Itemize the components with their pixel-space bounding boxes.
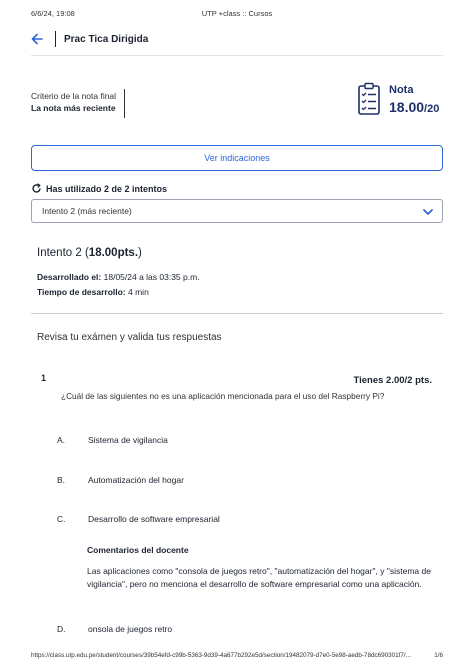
attempt-title-end: ) [138,247,142,259]
checklist-icon [357,82,383,121]
option-letter: B. [57,475,66,485]
question-number: 1 [41,373,47,383]
option-letter: D. [57,624,66,634]
criteria-value: La nota más reciente [31,103,116,113]
print-footer: https://class.utp.edu.pe/student/courses… [31,652,443,661]
option-text: Automatización del hogar [88,475,184,485]
view-instructions-button[interactable]: Ver indicaciones [31,145,443,171]
review-title: Revisa tu exámen y valida tus respuestas [37,332,222,343]
question-text: ¿Cuál de las siguientes no es una aplica… [61,391,385,401]
feedback-title: Comentarios del docente [87,545,189,555]
grade-criteria: Criterio de la nota final La nota más re… [31,90,116,114]
answer-option-c: C. Desarrollo de software empresarial [57,514,220,524]
title-separator [55,31,56,47]
criteria-label: Criterio de la nota final [31,91,117,101]
grade-score: 18.00 [389,99,425,115]
arrow-left-icon[interactable] [31,32,45,46]
option-letter: C. [57,514,66,524]
print-page-number: 1/6 [434,652,443,659]
criteria-divider [124,89,125,118]
option-text: Desarrollo de software empresarial [88,514,220,524]
feedback-text: Las aplicaciones como "consola de juegos… [87,566,431,589]
attempts-used: Has utilizado 2 de 2 intentos [31,183,167,194]
answer-option-a: A. Sistema de vigilancia [57,435,168,445]
attempt-points: 18.00pts. [88,247,139,259]
attempt-title: Intento 2 ( [37,247,89,259]
attempt-select[interactable]: Intento 2 (más reciente) [31,199,443,223]
duration-label: Tiempo de desarrollo: [37,287,126,297]
page-title: Prac Tica Dirigida [64,33,149,45]
option-letter: A. [57,435,66,445]
topbar: Prac Tica Dirigida [31,30,148,48]
grade-value: 18.00/20 [389,99,439,115]
attempts-text: Has utilizado 2 de 2 intentos [46,183,168,194]
option-text: onsola de juegos retro [88,624,173,634]
attempt-select-value: Intento 2 (más reciente) [42,206,132,216]
duration-value: 4 min [128,287,149,297]
grade-label: Nota [389,84,414,96]
grade-out-of: /20 [424,103,440,115]
top-divider [31,55,443,56]
attempt-heading: Intento 2 (18.00pts.) [37,247,142,259]
chevron-down-icon[interactable] [422,206,434,218]
answer-option-b: B. Automatización del hogar [57,475,184,485]
question-score: Tienes 2.00/2 pts. [353,375,432,386]
developed-label: Desarrollado el: [37,272,102,282]
developed-value: 18/05/24 a las 03:35 p.m. [103,272,200,282]
development-time: Tiempo de desarrollo: 4 min [37,287,149,297]
print-tab-title: UTP +class :: Cursos [201,9,273,18]
section-divider [31,313,443,314]
answer-option-d: D. onsola de juegos retro [57,624,172,634]
option-text: Sistema de vigilancia [88,435,168,445]
print-url: https://class.utp.edu.pe/student/courses… [31,652,413,659]
refresh-icon [31,183,42,194]
grade-box: Nota 18.00/20 [357,80,467,124]
developed-date: Desarrollado el: 18/05/24 a las 03:35 p.… [37,272,200,282]
